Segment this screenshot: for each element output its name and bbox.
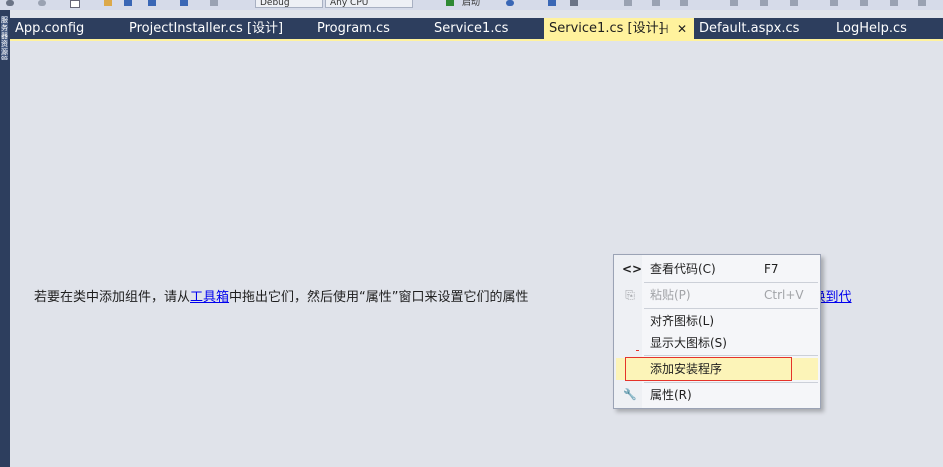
tab-service1-design-label: Service1.cs [设计] bbox=[549, 21, 664, 36]
menu-separator bbox=[644, 382, 818, 383]
menu-item-show-large-icons[interactable]: 显示大图标(S) bbox=[616, 332, 818, 354]
align-middle-icon[interactable] bbox=[760, 0, 768, 6]
align-center-icon[interactable] bbox=[652, 0, 660, 6]
pin-icon[interactable]: ⊣ bbox=[658, 18, 668, 40]
menu-separator bbox=[644, 355, 818, 356]
spacing-icon[interactable] bbox=[918, 0, 926, 6]
forward-icon[interactable] bbox=[38, 0, 46, 6]
menu-separator bbox=[644, 308, 818, 309]
toolbox-link[interactable]: 工具箱 bbox=[190, 290, 229, 305]
start-icon[interactable] bbox=[446, 0, 454, 6]
save-icon[interactable] bbox=[124, 0, 132, 6]
menu-item-label: 对齐图标(L) bbox=[650, 314, 715, 328]
back-icon[interactable] bbox=[6, 0, 14, 6]
tab-program-cs[interactable]: Program.cs bbox=[312, 18, 429, 39]
tab-app-config[interactable]: App.config bbox=[10, 18, 124, 39]
format-icon[interactable] bbox=[570, 0, 578, 6]
menu-item-label: 粘贴(P) bbox=[650, 288, 691, 302]
paste-icon: ⎘ bbox=[625, 288, 635, 302]
toolbar: Debug Any CPU 启动 bbox=[0, 0, 943, 10]
align-bottom-icon[interactable] bbox=[790, 0, 798, 6]
annotation-mark bbox=[636, 350, 639, 351]
menu-item-label: 显示大图标(S) bbox=[650, 336, 727, 350]
hint-text-part1: 若要在类中添加组件，请从 bbox=[34, 290, 191, 305]
align-top-icon[interactable] bbox=[730, 0, 738, 6]
align-right-icon[interactable] bbox=[680, 0, 688, 6]
tab-loghelp-cs[interactable]: LogHelp.cs bbox=[831, 18, 943, 39]
menu-separator bbox=[644, 282, 818, 283]
same-height-icon[interactable] bbox=[860, 0, 868, 6]
menu-item-label: 属性(R) bbox=[650, 388, 692, 402]
same-width-icon[interactable] bbox=[830, 0, 838, 6]
platform-dropdown[interactable]: Any CPU bbox=[325, 0, 413, 8]
refresh-icon[interactable] bbox=[506, 0, 514, 6]
tab-default-aspx-cs[interactable]: Default.aspx.cs bbox=[694, 18, 831, 39]
menu-item-properties[interactable]: 🔧 属性(R) bbox=[616, 384, 818, 406]
tab-service1-design[interactable]: Service1.cs [设计] ⊣ ✕ bbox=[544, 18, 694, 39]
menu-item-align-icons[interactable]: 对齐图标(L) bbox=[616, 310, 818, 332]
redo-icon[interactable] bbox=[210, 0, 218, 6]
menu-item-shortcut: Ctrl+V bbox=[764, 288, 804, 302]
wrench-icon: 🔧 bbox=[623, 388, 637, 401]
configuration-dropdown[interactable]: Debug bbox=[255, 0, 323, 8]
menu-item-paste[interactable]: ⎘ 粘贴(P) Ctrl+V bbox=[616, 284, 818, 306]
undo-icon[interactable] bbox=[180, 0, 188, 6]
save-all-icon[interactable] bbox=[148, 0, 156, 6]
document-tab-strip: App.config ProjectInstaller.cs [设计] Prog… bbox=[10, 18, 943, 39]
find-icon[interactable] bbox=[548, 0, 556, 6]
menu-item-label: 查看代码(C) bbox=[650, 262, 716, 276]
highlight-annotation-box bbox=[625, 357, 792, 381]
menu-item-view-code[interactable]: <> 查看代码(C) F7 bbox=[616, 258, 818, 280]
tab-projectinstaller-design[interactable]: ProjectInstaller.cs [设计] bbox=[124, 18, 312, 39]
start-button[interactable]: 启动 bbox=[458, 0, 494, 7]
new-item-icon[interactable] bbox=[70, 0, 80, 8]
menu-item-shortcut: F7 bbox=[764, 262, 779, 276]
close-icon[interactable]: ✕ bbox=[677, 18, 687, 40]
code-icon: <> bbox=[622, 262, 643, 276]
align-left-icon[interactable] bbox=[624, 0, 632, 6]
server-explorer-tab[interactable]: 服务器资源管理器 bbox=[1, 16, 8, 60]
context-menu: <> 查看代码(C) F7 ⎘ 粘贴(P) Ctrl+V 对齐图标(L) 显示大… bbox=[613, 254, 821, 409]
open-folder-icon[interactable] bbox=[104, 0, 112, 6]
same-size-icon[interactable] bbox=[890, 0, 898, 6]
left-tool-rail: 服务器资源管理器 bbox=[0, 10, 10, 467]
tab-service1-cs[interactable]: Service1.cs bbox=[429, 18, 544, 39]
hint-text-part2: 中拖出它们，然后使用“属性”窗口来设置它们的属性 bbox=[229, 290, 529, 305]
